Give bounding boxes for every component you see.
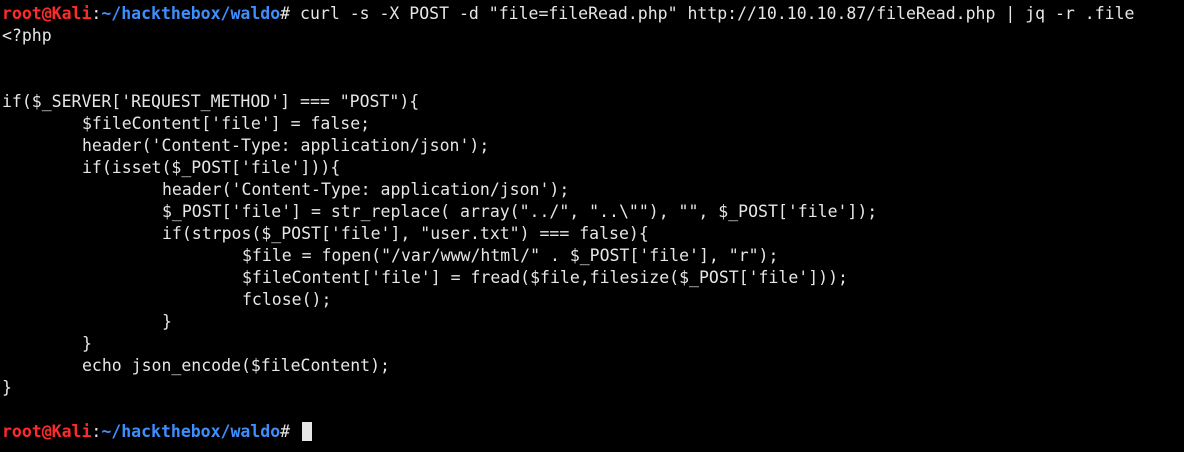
output-line: if($_SERVER['REQUEST_METHOD'] === "POST"… bbox=[2, 92, 420, 111]
terminal-window[interactable]: root@Kali:~/hackthebox/waldo# curl -s -X… bbox=[0, 0, 1184, 452]
command-line: root@Kali:~/hackthebox/waldo# curl -s -X… bbox=[2, 3, 1184, 25]
output-line: } bbox=[82, 334, 92, 353]
output-line: header('Content-Type: application/json')… bbox=[82, 136, 490, 155]
output-line: if(isset($_POST['file'])){ bbox=[82, 158, 341, 177]
prompt-path: ~/hackthebox/waldo bbox=[101, 4, 281, 23]
output-line: <?php bbox=[2, 26, 52, 45]
prompt-path: ~/hackthebox/waldo bbox=[101, 422, 281, 441]
prompt-user-host: root@Kali bbox=[2, 422, 92, 441]
output-line: $fileContent['file'] = fread($file,files… bbox=[242, 268, 848, 287]
active-prompt-line[interactable]: root@Kali:~/hackthebox/waldo# bbox=[2, 421, 1184, 443]
prompt-user-host: root@Kali bbox=[2, 4, 92, 23]
output-line: } bbox=[162, 312, 172, 331]
output-line: if(strpos($_POST['file'], "user.txt") ==… bbox=[162, 224, 649, 243]
output-line: header('Content-Type: application/json')… bbox=[162, 180, 570, 199]
output-line: $_POST['file'] = str_replace( array("../… bbox=[162, 202, 878, 221]
output-line: echo json_encode($fileContent); bbox=[82, 356, 390, 375]
output-line: $fileContent['file'] = false; bbox=[82, 114, 371, 133]
text-cursor[interactable] bbox=[302, 422, 313, 441]
output-line: $file = fopen("/var/www/html/" . $_POST[… bbox=[242, 246, 779, 265]
prompt-symbol: # bbox=[280, 422, 301, 441]
prompt-symbol: # bbox=[280, 4, 301, 23]
output-line: fclose(); bbox=[242, 290, 332, 309]
prompt-separator: : bbox=[91, 422, 102, 441]
command-text: curl -s -X POST -d "file=fileRead.php" h… bbox=[300, 4, 1135, 23]
prompt-separator: : bbox=[91, 4, 102, 23]
output-line: } bbox=[2, 378, 12, 397]
